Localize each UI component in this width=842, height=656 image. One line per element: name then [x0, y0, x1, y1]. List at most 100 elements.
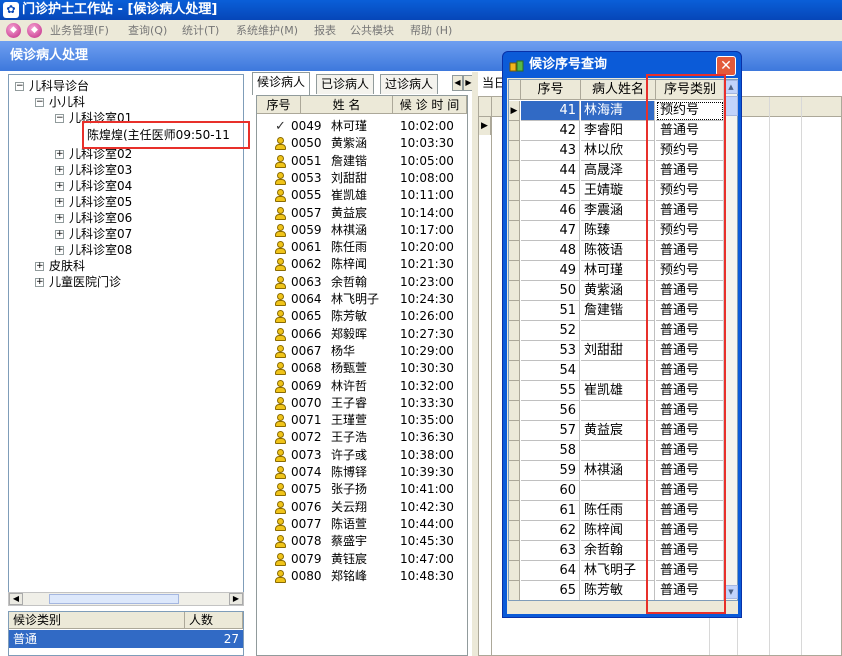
tree-node-dept[interactable]: 皮肤科: [49, 258, 85, 274]
patient-row[interactable]: 0061 陈任雨 10:20:00: [257, 239, 467, 256]
tree-expand-toggle[interactable]: +: [55, 198, 64, 207]
tree-expand-toggle[interactable]: +: [55, 246, 64, 255]
patient-row[interactable]: 0051 詹建锴 10:05:00: [257, 153, 467, 170]
queue-row[interactable]: 63 余哲翰 普通号: [509, 541, 724, 561]
tab-waiting[interactable]: 候诊病人: [252, 72, 311, 95]
queue-row[interactable]: 61 陈任雨 普通号: [509, 501, 724, 521]
tree-horizontal-scrollbar[interactable]: ◀ ▶: [8, 592, 244, 606]
menu-item-query[interactable]: 查询(Q): [128, 20, 167, 41]
queue-row[interactable]: 56 普通号: [509, 401, 724, 421]
queue-row[interactable]: 54 普通号: [509, 361, 724, 381]
queue-row[interactable]: 45 王婧璇 预约号: [509, 181, 724, 201]
patient-row[interactable]: 0072 王子浩 10:36:30: [257, 429, 467, 446]
tree-expand-toggle[interactable]: +: [35, 278, 44, 287]
scroll-thumb[interactable]: [49, 594, 179, 604]
scroll-thumb[interactable]: [724, 96, 738, 116]
queue-row[interactable]: 60 普通号: [509, 481, 724, 501]
scroll-right-icon[interactable]: ▶: [229, 593, 243, 605]
patient-row[interactable]: 0079 黄钰宸 10:47:00: [257, 551, 467, 568]
tree-expand-toggle[interactable]: +: [55, 150, 64, 159]
queue-row[interactable]: 49 林可瑾 预约号: [509, 261, 724, 281]
patient-row[interactable]: 0076 关云翔 10:42:30: [257, 499, 467, 516]
patient-row[interactable]: 0070 王子睿 10:33:30: [257, 395, 467, 412]
tree-node-room[interactable]: 儿科诊室02: [69, 146, 132, 162]
tree-node-room[interactable]: 儿科诊室06: [69, 210, 132, 226]
dialog-title-bar[interactable]: 候诊序号查询: [503, 52, 741, 78]
menu-item-common[interactable]: 公共模块: [350, 20, 394, 41]
tab-seen[interactable]: 已诊病人: [316, 74, 375, 94]
patient-row[interactable]: 0073 许子彧 10:38:00: [257, 447, 467, 464]
tree-node-room[interactable]: 儿科诊室07: [69, 226, 132, 242]
queue-row[interactable]: 46 李震涵 普通号: [509, 201, 724, 221]
queue-row[interactable]: ▶ 41 林海清 预约号: [509, 101, 724, 121]
queue-row[interactable]: 44 高晟泽 普通号: [509, 161, 724, 181]
tree-collapse-toggle[interactable]: −: [35, 98, 44, 107]
queue-row[interactable]: 55 崔凯雄 普通号: [509, 381, 724, 401]
queue-row[interactable]: 57 黄益宸 普通号: [509, 421, 724, 441]
patient-row[interactable]: 0069 林许哲 10:32:00: [257, 378, 467, 395]
tree-node-room[interactable]: 儿科诊室08: [69, 242, 132, 258]
tree-node-root[interactable]: 儿科导诊台: [29, 78, 89, 94]
queue-row[interactable]: 59 林祺涵 普通号: [509, 461, 724, 481]
patient-row[interactable]: 0075 张子扬 10:41:00: [257, 481, 467, 498]
dialog-vertical-scrollbar[interactable]: ▲ ▼: [723, 80, 738, 600]
menu-item-system[interactable]: 系统维护(M): [236, 20, 298, 41]
scroll-left-icon[interactable]: ◀: [9, 593, 23, 605]
tree-expand-toggle[interactable]: +: [35, 262, 44, 271]
tab-scroll-left-icon[interactable]: ◀: [452, 75, 463, 91]
queue-row[interactable]: 62 陈梓闻 普通号: [509, 521, 724, 541]
scroll-up-icon[interactable]: ▲: [724, 80, 738, 94]
tree-node-room[interactable]: 儿科诊室03: [69, 162, 132, 178]
tree-expand-toggle[interactable]: +: [55, 230, 64, 239]
menu-icon[interactable]: ◆: [6, 23, 21, 38]
patient-row[interactable]: ✓ 0049 林可瑾 10:02:00: [257, 118, 467, 135]
patient-row[interactable]: 0062 陈梓闻 10:21:30: [257, 256, 467, 273]
tree-node-doctor[interactable]: 陈煌煌(主任医师09:50-11: [87, 126, 230, 144]
patient-row[interactable]: 0074 陈博铎 10:39:30: [257, 464, 467, 481]
tree-node-dept[interactable]: 儿童医院门诊: [49, 274, 121, 290]
patient-row[interactable]: 0053 刘甜甜 10:08:00: [257, 170, 467, 187]
patient-row[interactable]: 0068 杨甄萱 10:30:30: [257, 360, 467, 377]
queue-row[interactable]: 58 普通号: [509, 441, 724, 461]
menu-item-help[interactable]: 帮助 (H): [410, 20, 452, 41]
queue-row[interactable]: 64 林飞明子 普通号: [509, 561, 724, 581]
queue-row[interactable]: 47 陈臻 预约号: [509, 221, 724, 241]
patient-row[interactable]: 0064 林飞明子 10:24:30: [257, 291, 467, 308]
menu-item-statistics[interactable]: 统计(T): [182, 20, 219, 41]
menu-item-business[interactable]: 业务管理(F): [50, 20, 109, 41]
tab-missed[interactable]: 过诊病人: [380, 74, 439, 94]
patient-row[interactable]: 0057 黄益宸 10:14:00: [257, 205, 467, 222]
tree-collapse-toggle[interactable]: −: [15, 82, 24, 91]
menu-icon[interactable]: ◆: [27, 23, 42, 38]
patient-row[interactable]: 0063 余哲翰 10:23:00: [257, 274, 467, 291]
queue-row[interactable]: 48 陈筱语 普通号: [509, 241, 724, 261]
patient-row[interactable]: 0059 林祺涵 10:17:00: [257, 222, 467, 239]
patient-row[interactable]: 0078 蔡盛宇 10:45:30: [257, 533, 467, 550]
tree-expand-toggle[interactable]: +: [55, 214, 64, 223]
category-row[interactable]: 普通 27: [9, 630, 243, 648]
tree-expand-toggle[interactable]: +: [55, 166, 64, 175]
tree-expand-toggle[interactable]: +: [55, 182, 64, 191]
queue-row[interactable]: 51 詹建锴 普通号: [509, 301, 724, 321]
patient-row[interactable]: 0066 郑毅晖 10:27:30: [257, 326, 467, 343]
tree-node-room-01[interactable]: 儿科诊室01: [69, 110, 132, 126]
queue-row[interactable]: 53 刘甜甜 普通号: [509, 341, 724, 361]
queue-row[interactable]: 43 林以欣 预约号: [509, 141, 724, 161]
patient-row[interactable]: 0067 杨华 10:29:00: [257, 343, 467, 360]
close-icon[interactable]: ✕: [716, 56, 736, 76]
patient-row[interactable]: 0071 王瑾萱 10:35:00: [257, 412, 467, 429]
patient-row[interactable]: 0077 陈语萱 10:44:00: [257, 516, 467, 533]
tree-node-room[interactable]: 儿科诊室04: [69, 178, 132, 194]
patient-row[interactable]: 0055 崔凯雄 10:11:00: [257, 187, 467, 204]
patient-row[interactable]: 0080 郑铭峰 10:48:30: [257, 568, 467, 585]
queue-row[interactable]: 42 李睿阳 普通号: [509, 121, 724, 141]
tree-collapse-toggle[interactable]: −: [55, 114, 64, 123]
scroll-down-icon[interactable]: ▼: [724, 585, 738, 599]
queue-row[interactable]: 65 陈芳敏 普通号: [509, 581, 724, 600]
menu-item-report[interactable]: 报表: [314, 20, 336, 41]
tree-node-dept[interactable]: 小儿科: [49, 94, 85, 110]
tree-node-room[interactable]: 儿科诊室05: [69, 194, 132, 210]
patient-row[interactable]: 0050 黄紫涵 10:03:30: [257, 135, 467, 152]
queue-row[interactable]: 52 普通号: [509, 321, 724, 341]
patient-row[interactable]: 0065 陈芳敏 10:26:00: [257, 308, 467, 325]
